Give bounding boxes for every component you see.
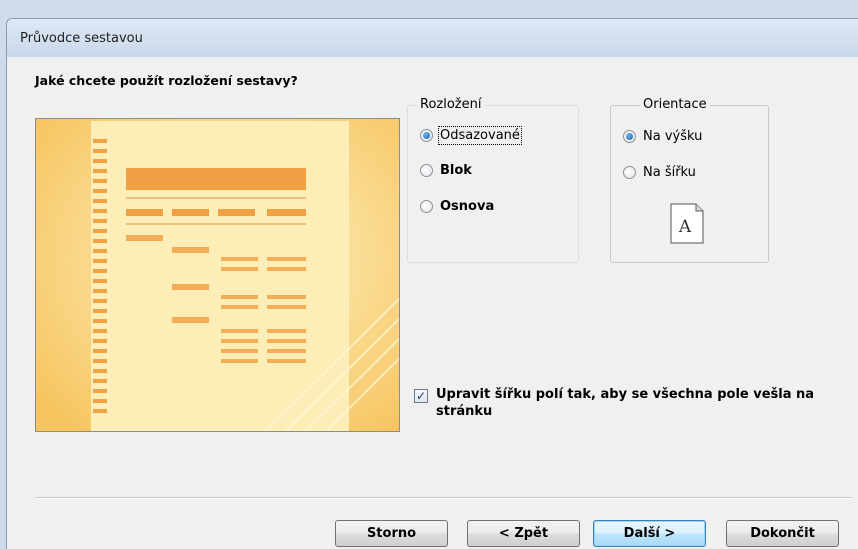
adjust-width-checkbox-row[interactable]: ✓ Upravit šířku polí tak, aby se všechna… — [414, 386, 836, 420]
button-separator — [35, 497, 852, 499]
report-wizard-dialog: Průvodce sestavou Jaké chcete použít roz… — [6, 18, 858, 549]
radio-button[interactable] — [420, 200, 433, 213]
preview-title-bar — [126, 168, 306, 190]
finish-button[interactable]: Dokončit — [726, 520, 839, 547]
page-icon-letter: A — [678, 217, 692, 237]
adjust-width-label: Upravit šířku polí tak, aby se všechna p… — [436, 387, 815, 419]
back-button[interactable]: < Zpět — [467, 520, 580, 547]
radio-button[interactable] — [420, 129, 433, 142]
radio-selected-dot — [423, 132, 430, 139]
radio-button[interactable] — [623, 166, 636, 179]
window-title: Průvodce sestavou — [20, 31, 143, 46]
back-button-label: < Zpět — [498, 526, 549, 541]
cancel-button[interactable]: Storno — [335, 520, 448, 547]
radio-label-odsazovane: Odsazované — [438, 126, 522, 145]
adjust-width-checkbox[interactable]: ✓ — [414, 389, 428, 403]
radio-na-vysku[interactable]: Na výšku — [623, 129, 702, 144]
radio-selected-dot — [626, 133, 633, 140]
preview-page — [91, 121, 349, 431]
next-button-label: Další > — [623, 526, 676, 541]
layout-group: Rozložení Odsazované Blok Osnova — [407, 97, 579, 263]
orientation-group-label: Orientace — [640, 97, 710, 112]
report-preview-illustration — [36, 119, 399, 431]
title-bar[interactable]: Průvodce sestavou — [7, 19, 858, 57]
radio-button[interactable] — [420, 164, 433, 177]
next-button[interactable]: Další > — [593, 520, 706, 547]
radio-odsazovane[interactable]: Odsazované — [420, 126, 522, 145]
layout-question: Jaké chcete použít rozložení sestavy? — [35, 73, 298, 88]
radio-label-na-vysku: Na výšku — [643, 129, 703, 144]
radio-label-osnova: Osnova — [440, 199, 495, 214]
radio-label-blok: Blok — [440, 163, 472, 178]
portrait-page-icon: A — [670, 203, 704, 244]
radio-label-na-sirku: Na šířku — [643, 165, 696, 180]
radio-osnova[interactable]: Osnova — [420, 199, 494, 214]
orientation-group: Orientace Na výšku Na šířku A — [610, 97, 769, 263]
layout-preview-image — [35, 118, 400, 432]
finish-button-label: Dokončit — [750, 526, 815, 541]
radio-na-sirku[interactable]: Na šířku — [623, 165, 696, 180]
radio-blok[interactable]: Blok — [420, 163, 472, 178]
cancel-button-label: Storno — [366, 526, 417, 541]
layout-group-label: Rozložení — [417, 97, 485, 112]
radio-button[interactable] — [623, 130, 636, 143]
